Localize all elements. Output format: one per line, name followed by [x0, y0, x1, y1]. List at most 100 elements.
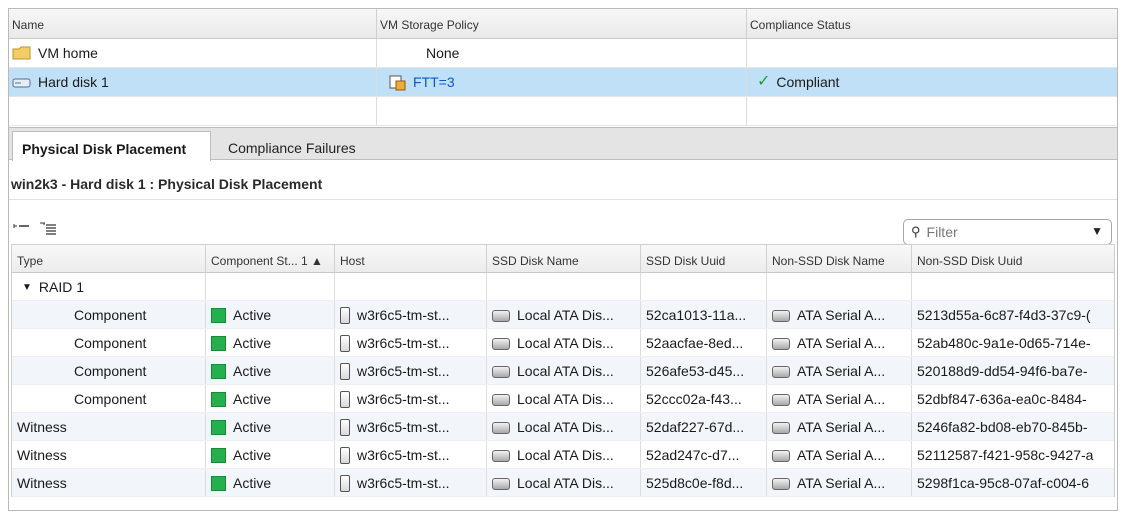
row-type: Witness: [17, 447, 67, 463]
table-row[interactable]: VM home None: [9, 39, 1117, 68]
table-row[interactable]: Witness Active w3r6c5-tm-st... Local ATA Di…: [12, 469, 1114, 497]
host-icon: [340, 307, 350, 324]
non-ssd-name-cell: ATA Serial A...: [767, 413, 912, 440]
row-host: w3r6c5-tm-st...: [357, 475, 450, 491]
non-ssd-name-cell: ATA Serial A...: [767, 329, 912, 356]
type-cell: Witness: [12, 413, 206, 440]
row-name: VM home: [38, 45, 98, 61]
table-row[interactable]: Component Active w3r6c5-tm-st... Local ATA …: [12, 385, 1114, 413]
column-header-host[interactable]: Host: [335, 245, 487, 272]
column-header-policy[interactable]: VM Storage Policy: [377, 9, 747, 38]
type-cell: Component: [12, 357, 206, 384]
host-icon: [340, 363, 350, 380]
search-icon: ⚲: [911, 224, 921, 239]
filter-input[interactable]: ⚲ Filter ▼: [903, 219, 1112, 245]
row-non-ssd-uuid: 5298f1ca-95c8-07af-c004-6: [917, 475, 1090, 491]
row-non-ssd-uuid: 520188d9-dd54-94f6-ba7e-: [917, 363, 1088, 379]
empty-cell: [767, 273, 912, 300]
ssd-name-cell: Local ATA Dis...: [487, 441, 641, 468]
empty-cell: [9, 97, 377, 125]
row-state: Active: [233, 419, 272, 435]
column-header-non-ssd-disk-name[interactable]: Non-SSD Disk Name: [767, 245, 912, 272]
ssd-uuid-cell: 52ad247c-d7...: [641, 441, 767, 468]
empty-cell: [377, 97, 747, 125]
group-row-raid[interactable]: ▼ RAID 1: [12, 273, 1114, 301]
state-cell: Active: [206, 357, 335, 384]
column-header-ssd-disk-name[interactable]: SSD Disk Name: [487, 245, 641, 272]
host-cell: w3r6c5-tm-st...: [335, 301, 487, 328]
expand-all-icon[interactable]: [13, 221, 31, 237]
row-host: w3r6c5-tm-st...: [357, 307, 450, 323]
divider: [9, 199, 1117, 200]
disk-icon: [492, 478, 510, 490]
vm-storage-policy-table: Name VM Storage Policy Compliance Status…: [9, 9, 1117, 126]
row-non-ssd-name: ATA Serial A...: [797, 391, 886, 407]
empty-cell: [747, 97, 1117, 125]
table-row-selected[interactable]: Hard disk 1 FTT=3 ✓ Compliant: [9, 68, 1117, 97]
row-non-ssd-name: ATA Serial A...: [797, 475, 886, 491]
column-header-non-ssd-disk-uuid[interactable]: Non-SSD Disk Uuid: [912, 245, 1114, 272]
policy-cell: None: [377, 39, 747, 67]
table-row[interactable]: Witness Active w3r6c5-tm-st... Local ATA Di…: [12, 413, 1114, 441]
row-non-ssd-name: ATA Serial A...: [797, 307, 886, 323]
column-header-type[interactable]: Type: [12, 245, 206, 272]
host-icon: [340, 335, 350, 352]
row-ssd-name: Local ATA Dis...: [517, 307, 614, 323]
ssd-uuid-cell: 52ccc02a-f43...: [641, 385, 767, 412]
policy-link[interactable]: FTT=3: [413, 74, 455, 90]
column-header-name[interactable]: Name: [9, 9, 377, 38]
filter-placeholder: Filter: [926, 224, 958, 240]
compliance-status: Compliant: [776, 74, 840, 90]
host-icon: [340, 475, 350, 492]
row-state: Active: [233, 307, 272, 323]
tab-physical-disk-placement[interactable]: Physical Disk Placement: [12, 131, 211, 161]
compliance-cell: ✓ Compliant: [747, 68, 1117, 96]
column-header-ssd-disk-uuid[interactable]: SSD Disk Uuid: [641, 245, 767, 272]
row-host: w3r6c5-tm-st...: [357, 363, 450, 379]
disk-icon: [772, 478, 790, 490]
column-header-compliance[interactable]: Compliance Status: [747, 9, 1117, 38]
tab-bar: Physical Disk Placement Compliance Failu…: [9, 127, 1117, 161]
active-status-icon: [211, 336, 226, 351]
collapse-all-icon[interactable]: [39, 221, 57, 238]
empty-cell: [641, 273, 767, 300]
active-status-icon: [211, 420, 226, 435]
column-header-component-state[interactable]: Component St... 1 ▲: [206, 245, 335, 272]
table-row[interactable]: Component Active w3r6c5-tm-st... Local ATA …: [12, 301, 1114, 329]
row-non-ssd-uuid: 52112587-f421-958c-9427-a: [917, 447, 1094, 463]
hard-disk-icon: [12, 78, 31, 88]
tab-compliance-failures[interactable]: Compliance Failures: [219, 131, 365, 161]
chevron-down-icon[interactable]: ▼: [22, 282, 32, 293]
vm-storage-policy-panel: Name VM Storage Policy Compliance Status…: [8, 8, 1118, 511]
checkmark-icon: ✓: [757, 73, 771, 90]
row-state: Active: [233, 475, 272, 491]
chevron-down-icon[interactable]: ▼: [1091, 224, 1103, 238]
non-ssd-uuid-cell: 5298f1ca-95c8-07af-c004-6: [912, 469, 1114, 496]
non-ssd-uuid-cell: 5213d55a-6c87-f4d3-37c9-(: [912, 301, 1114, 328]
row-type: Component: [74, 335, 147, 351]
table-row[interactable]: Witness Active w3r6c5-tm-st... Local ATA Di…: [12, 441, 1114, 469]
table-row[interactable]: Component Active w3r6c5-tm-st... Local ATA …: [12, 357, 1114, 385]
host-cell: w3r6c5-tm-st...: [335, 441, 487, 468]
row-type: Witness: [17, 475, 67, 491]
row-ssd-uuid: 52daf227-67d...: [646, 419, 745, 435]
ssd-uuid-cell: 525d8c0e-f8d...: [641, 469, 767, 496]
host-cell: w3r6c5-tm-st...: [335, 357, 487, 384]
row-non-ssd-name: ATA Serial A...: [797, 419, 886, 435]
row-ssd-uuid: 52ca1013-11a...: [646, 307, 747, 323]
ssd-uuid-cell: 52aacfae-8ed...: [641, 329, 767, 356]
table-header: Type Component St... 1 ▲ Host SSD Disk N…: [12, 245, 1114, 273]
table-row: [9, 97, 1117, 126]
row-host: w3r6c5-tm-st...: [357, 447, 450, 463]
row-ssd-name: Local ATA Dis...: [517, 419, 614, 435]
row-ssd-name: Local ATA Dis...: [517, 335, 614, 351]
state-cell: Active: [206, 385, 335, 412]
table-row[interactable]: Component Active w3r6c5-tm-st... Local ATA …: [12, 329, 1114, 357]
panel-title: win2k3 - Hard disk 1 : Physical Disk Pla…: [11, 176, 323, 192]
state-cell: Active: [206, 329, 335, 356]
policy-cell: FTT=3: [377, 68, 747, 96]
row-non-ssd-uuid: 5246fa82-bd08-eb70-845b-: [917, 419, 1088, 435]
disk-icon: [772, 450, 790, 462]
group-cell: ▼ RAID 1: [12, 273, 206, 300]
disk-icon: [492, 310, 510, 322]
